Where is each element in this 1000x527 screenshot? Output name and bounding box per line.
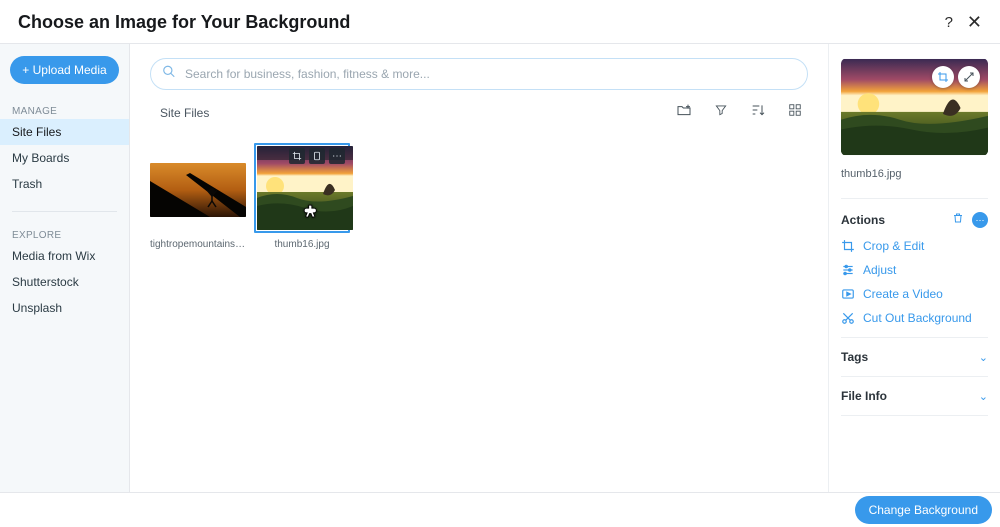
sidebar-item-media-from-wix[interactable]: Media from Wix — [0, 243, 129, 269]
tags-title: Tags — [841, 350, 868, 364]
sidebar: + Upload Media MANAGE Site Files My Boar… — [0, 44, 130, 492]
thumb-crop-icon[interactable] — [289, 148, 305, 164]
sort-icon[interactable] — [750, 102, 766, 123]
thumb-more-icon[interactable]: ⋯ — [329, 148, 345, 164]
search-icon — [162, 65, 176, 84]
panel-section-actions: Actions — [841, 213, 885, 227]
new-folder-icon[interactable] — [676, 102, 692, 123]
thumb-preview-icon[interactable] — [309, 148, 325, 164]
action-cut-out-background[interactable]: Cut Out Background — [841, 311, 988, 325]
action-label: Create a Video — [863, 287, 943, 301]
panel-section-file-info[interactable]: File Info ⌄ — [841, 389, 988, 403]
main-area: Site Files — [130, 44, 828, 492]
sidebar-item-trash[interactable]: Trash — [0, 171, 129, 197]
close-icon[interactable]: ✕ — [967, 12, 982, 33]
delete-icon[interactable] — [952, 211, 964, 229]
sidebar-divider — [12, 211, 117, 212]
fileinfo-title: File Info — [841, 389, 887, 403]
dialog-header: Choose an Image for Your Background ? ✕ — [0, 0, 1000, 44]
file-thumbnail[interactable]: tightropemountains.jpg — [150, 163, 246, 250]
panel-section-tags[interactable]: Tags ⌄ — [841, 350, 988, 364]
preview-expand-icon[interactable] — [958, 66, 980, 88]
thumbnail-caption: tightropemountains.jpg — [150, 239, 246, 250]
upload-media-button[interactable]: + Upload Media — [10, 56, 119, 84]
help-icon[interactable]: ? — [945, 14, 953, 31]
sidebar-item-shutterstock[interactable]: Shutterstock — [0, 269, 129, 295]
action-label: Crop & Edit — [863, 239, 924, 253]
action-label: Cut Out Background — [863, 311, 972, 325]
action-label: Adjust — [863, 263, 896, 277]
action-crop-edit[interactable]: Crop & Edit — [841, 239, 988, 253]
action-create-video[interactable]: Create a Video — [841, 287, 988, 301]
thumbnail-caption: thumb16.jpg — [274, 239, 329, 250]
sidebar-item-unsplash[interactable]: Unsplash — [0, 295, 129, 321]
chevron-down-icon: ⌄ — [979, 390, 988, 403]
grid-view-icon[interactable] — [788, 103, 802, 122]
file-thumbnail[interactable]: ⋯ thumb16.jpg — [254, 143, 350, 250]
dialog-title: Choose an Image for Your Background — [18, 12, 350, 33]
sidebar-section-manage: MANAGE — [0, 102, 129, 119]
preview-filename: thumb16.jpg — [841, 168, 988, 180]
sidebar-section-explore: EXPLORE — [0, 226, 129, 243]
preview-crop-icon[interactable] — [932, 66, 954, 88]
file-grid: tightropemountains.jpg — [150, 135, 808, 250]
breadcrumb-site-files: Site Files — [160, 106, 209, 120]
sidebar-item-my-boards[interactable]: My Boards — [0, 145, 129, 171]
sidebar-item-site-files[interactable]: Site Files — [0, 119, 129, 145]
filter-icon[interactable] — [714, 103, 728, 122]
details-panel: thumb16.jpg Actions ⋯ Crop & Edit — [828, 44, 1000, 492]
dialog-footer: Change Background — [0, 493, 1000, 527]
search-input[interactable] — [150, 58, 808, 90]
more-menu-icon[interactable]: ⋯ — [972, 212, 988, 228]
change-background-button[interactable]: Change Background — [855, 496, 992, 524]
chevron-down-icon: ⌄ — [979, 351, 988, 364]
thumbnail-image — [150, 163, 246, 217]
action-adjust[interactable]: Adjust — [841, 263, 988, 277]
